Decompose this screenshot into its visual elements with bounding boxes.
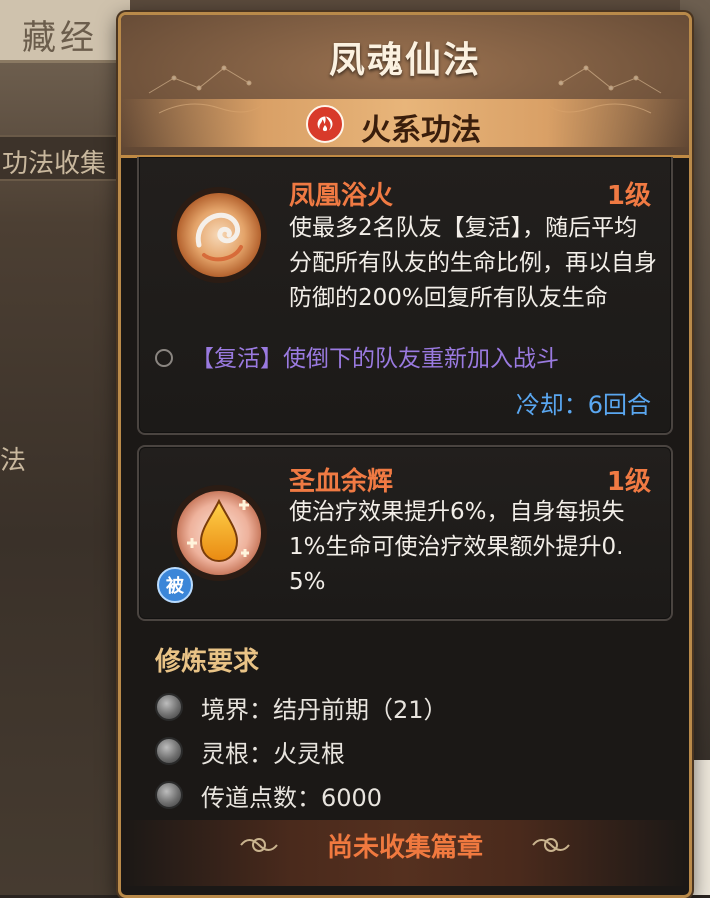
revive-note-text: 【复活】使倒下的队友重新加入战斗 <box>191 346 559 372</box>
requirement-item: 灵根：火灵根 <box>155 731 345 771</box>
requirement-text: 境界：结丹前期（21） <box>201 695 448 724</box>
collection-status-label[interactable]: 尚未收集篇章 <box>121 827 689 864</box>
status-dot-icon <box>155 693 183 721</box>
fire-icon <box>306 105 344 143</box>
background-tab[interactable]: 藏经 <box>0 0 130 63</box>
skill-description: 使最多2名队友【复活】，随后平均分配所有队友的生命比例，再以自身防御的200%回… <box>289 215 657 311</box>
skill-name: 凤凰浴火 <box>289 181 394 211</box>
technique-detail-panel: 凤魂仙法 火系功法 凤凰浴火 1级 使最多2名队友【复活】，随后平均分配所有队友… <box>118 12 692 898</box>
ornament-icon <box>532 838 570 852</box>
skill-level: 1级 <box>606 181 651 211</box>
revive-note: 【复活】使倒下的队友重新加入战斗 <box>155 339 559 373</box>
skill-card[interactable]: 被 圣血余辉 1级 使治疗效果提升6%，自身每损失1%生命可使治疗效果额外提升0… <box>137 445 673 621</box>
requirement-text: 灵根：火灵根 <box>201 739 345 768</box>
skill-card[interactable]: 凤凰浴火 1级 使最多2名队友【复活】，随后平均分配所有队友的生命比例，再以自身… <box>137 157 673 435</box>
panel-title: 凤魂仙法 <box>328 40 481 81</box>
blood-drop-icon <box>171 485 267 581</box>
background-tab-label: 藏经 <box>22 18 98 58</box>
background-side-label-text: 功法收集 <box>2 149 107 179</box>
element-label: 火系功法 <box>361 113 481 148</box>
skill-level: 1级 <box>606 467 651 497</box>
status-dot-icon <box>155 737 183 765</box>
skill-name: 圣血余辉 <box>289 467 394 497</box>
phoenix-icon <box>171 187 267 283</box>
background-side-label-2-text: 法 <box>0 446 27 476</box>
status-dot-icon <box>155 781 183 809</box>
panel-header: 凤魂仙法 火系功法 <box>121 15 689 158</box>
background-side-label-2: 法 <box>0 430 60 490</box>
skill-description: 使治疗效果提升6%，自身每损失1%生命可使治疗效果额外提升0.5% <box>289 499 625 595</box>
requirement-item: 传道点数：6000 <box>155 775 382 815</box>
cooldown-label: 冷却：6回合 <box>515 391 651 419</box>
passive-badge: 被 <box>157 567 193 603</box>
requirement-item: 境界：结丹前期（21） <box>155 687 448 727</box>
swirl-icon <box>155 348 173 367</box>
requirement-text: 传道点数：6000 <box>201 783 383 812</box>
background-side-label[interactable]: 功法收集 <box>0 135 130 181</box>
requirements-title: 修炼要求 <box>155 647 260 677</box>
